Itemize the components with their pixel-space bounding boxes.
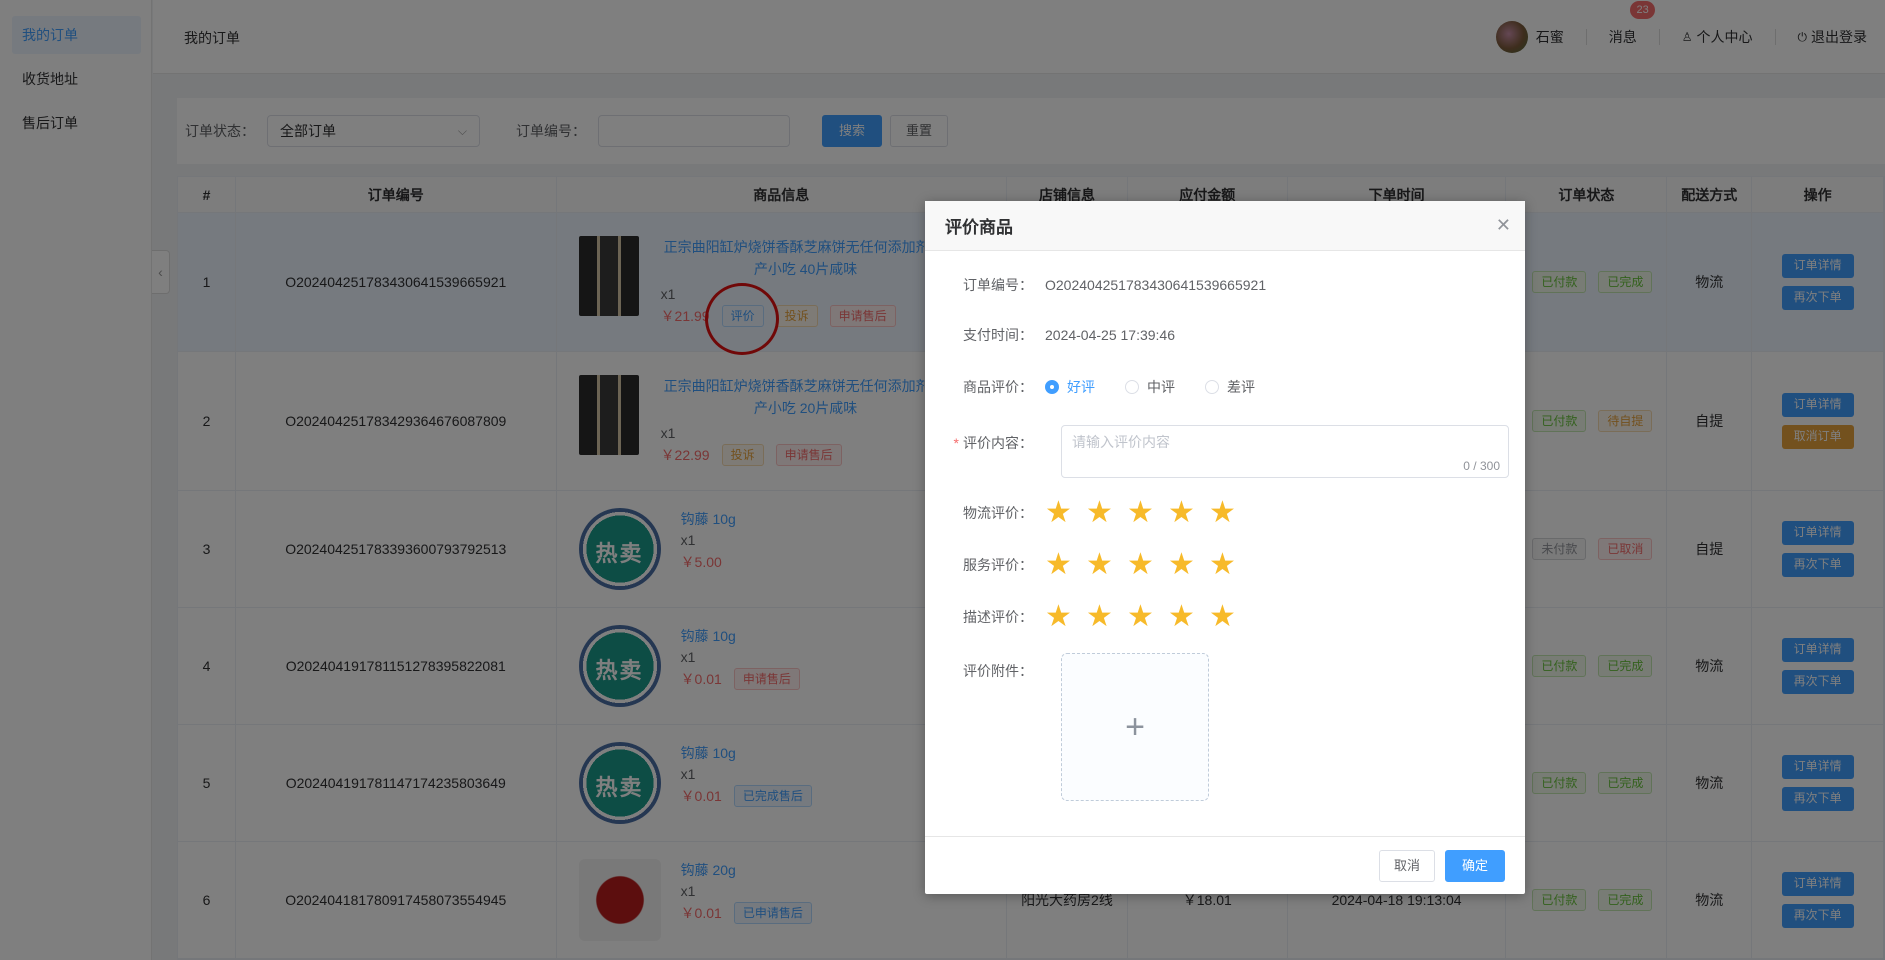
close-icon[interactable]: ✕: [1496, 215, 1511, 236]
star-icon[interactable]: ★: [1209, 498, 1250, 528]
attachment-label: 评价附件：: [963, 663, 1033, 679]
rating-good-radio[interactable]: 好评: [1045, 377, 1095, 397]
radio-unchecked-icon: [1125, 380, 1139, 394]
service-star-rating[interactable]: ★ ★ ★ ★ ★: [1045, 550, 1250, 580]
dialog-title: 评价商品: [945, 218, 1013, 237]
radio-unchecked-icon: [1205, 380, 1219, 394]
review-dialog: 评价商品 ✕ 订单编号： O20240425178343064153966592…: [925, 201, 1525, 894]
required-asterisk: *: [953, 435, 959, 451]
star-icon[interactable]: ★: [1045, 550, 1086, 580]
logistics-star-rating[interactable]: ★ ★ ★ ★ ★: [1045, 498, 1250, 528]
upload-attachment-button[interactable]: +: [1061, 653, 1209, 801]
logistics-rating-row: 物流评价： ★ ★ ★ ★ ★: [925, 498, 1250, 528]
service-rating-row: 服务评价： ★ ★ ★ ★ ★: [925, 550, 1250, 580]
star-icon[interactable]: ★: [1045, 498, 1086, 528]
order-no-row: 订单编号： O202404251783430641539665921: [925, 275, 1266, 295]
star-icon[interactable]: ★: [1127, 550, 1168, 580]
rating-bad-label: 差评: [1227, 379, 1255, 395]
char-counter: 0 / 300: [1463, 459, 1500, 473]
rating-medium-radio[interactable]: 中评: [1125, 377, 1175, 397]
content-row: * 评价内容：: [925, 433, 1045, 453]
dialog-header: 评价商品: [925, 201, 1525, 251]
star-icon[interactable]: ★: [1086, 602, 1127, 632]
rating-bad-radio[interactable]: 差评: [1205, 377, 1255, 397]
star-icon[interactable]: ★: [1127, 602, 1168, 632]
star-icon[interactable]: ★: [1086, 498, 1127, 528]
app-root: 我的订单 收货地址 售后订单 ‹ 我的订单 石蜜 消息 23 ♙ 个人中心 ⏻: [0, 0, 1885, 960]
star-icon[interactable]: ★: [1209, 602, 1250, 632]
attachment-row: 评价附件：: [925, 661, 1045, 681]
review-content-textarea[interactable]: 请输入评价内容 0 / 300: [1061, 425, 1509, 478]
cancel-button[interactable]: 取消: [1378, 849, 1435, 882]
rating-medium-label: 中评: [1147, 379, 1175, 395]
order-no-value: O202404251783430641539665921: [1045, 277, 1267, 293]
logistics-rating-label: 物流评价：: [963, 505, 1033, 521]
star-icon[interactable]: ★: [1086, 550, 1127, 580]
star-icon[interactable]: ★: [1168, 550, 1209, 580]
review-content-placeholder: 请输入评价内容: [1072, 434, 1170, 450]
rating-label: 商品评价：: [963, 379, 1033, 395]
star-icon[interactable]: ★: [1209, 550, 1250, 580]
order-no-label: 订单编号：: [963, 277, 1033, 293]
star-icon[interactable]: ★: [1127, 498, 1168, 528]
description-star-rating[interactable]: ★ ★ ★ ★ ★: [1045, 602, 1250, 632]
confirm-button[interactable]: 确定: [1444, 849, 1505, 882]
pay-time-label: 支付时间：: [963, 327, 1033, 343]
radio-checked-icon: [1045, 380, 1059, 394]
rating-row: 商品评价： 好评 中评 差评: [925, 377, 1285, 397]
rating-good-label: 好评: [1067, 379, 1095, 395]
pay-time-row: 支付时间： 2024-04-25 17:39:46: [925, 325, 1175, 345]
plus-icon: +: [1125, 707, 1145, 746]
content-label: * 评价内容：: [925, 433, 1045, 453]
pay-time-value: 2024-04-25 17:39:46: [1045, 327, 1175, 343]
description-rating-label: 描述评价：: [963, 609, 1033, 625]
star-icon[interactable]: ★: [1168, 498, 1209, 528]
description-rating-row: 描述评价： ★ ★ ★ ★ ★: [925, 602, 1250, 632]
service-rating-label: 服务评价：: [963, 557, 1033, 573]
star-icon[interactable]: ★: [1045, 602, 1086, 632]
content-label-text: 评价内容：: [963, 435, 1033, 451]
star-icon[interactable]: ★: [1168, 602, 1209, 632]
dialog-footer: 取消 确定: [925, 836, 1525, 894]
